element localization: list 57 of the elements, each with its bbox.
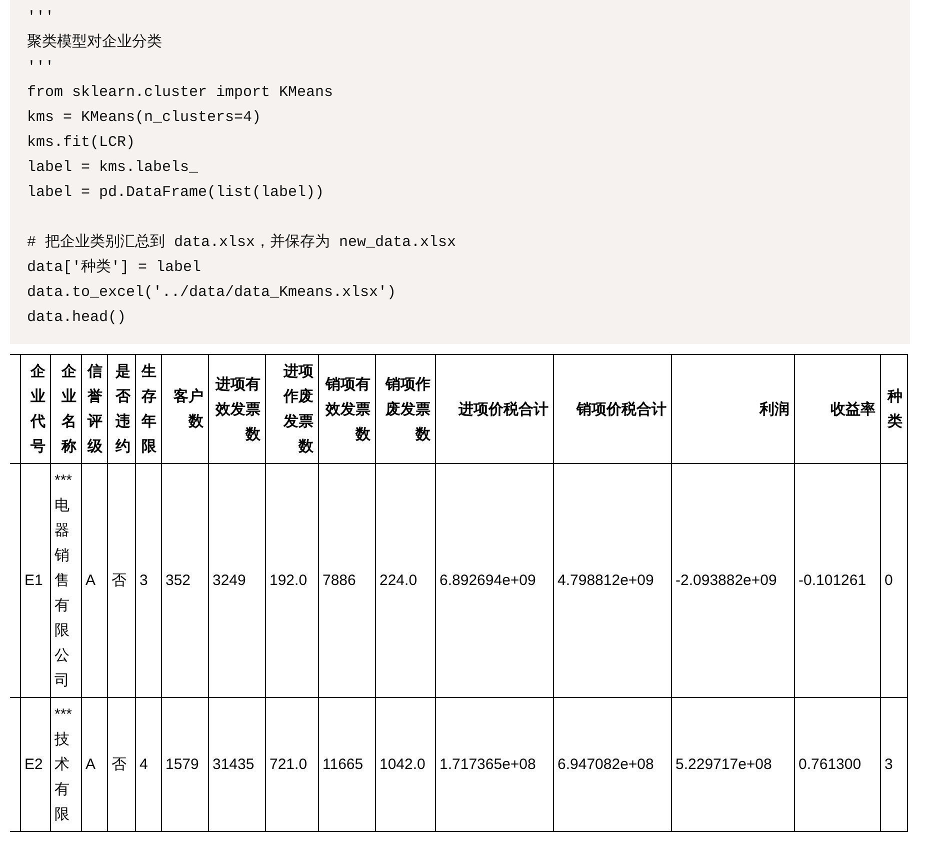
column-header: 销项有效发票数 [318,354,375,464]
column-header: 进项有效发票数 [208,354,265,464]
table-cell: 31435 [208,698,265,832]
column-header: 企业代号 [20,354,50,464]
code-line: label = pd.DataFrame(list(label)) [27,183,326,203]
code-line: # 把企业类别汇总到 data.xlsx，并保存为 new_data.xlsx [27,232,458,253]
table-cell: 3 [135,464,161,698]
column-header: 生存年限 [135,354,161,464]
table-cell: 1579 [161,698,208,832]
table-cell: 5.229717e+08 [671,698,794,832]
table-cell: A [81,698,107,832]
table-cell: ***电器销售有限公司 [50,464,81,698]
table-cell: 7886 [318,464,375,698]
table-cell: 6.947082e+08 [553,698,671,832]
table-cell: 352 [161,464,208,698]
table-cell: E1 [20,464,50,698]
table-cell: A [81,464,107,698]
column-header: 企业名称 [50,354,81,464]
column-header: 信誉评级 [81,354,107,464]
column-header: 是否违约 [107,354,135,464]
column-header: 种类 [880,354,907,464]
table-cell: 6.892694e+09 [435,464,553,698]
table-cell: 224.0 [375,464,435,698]
table-cell: 11665 [318,698,375,832]
table-cell: 1042.0 [375,698,435,832]
column-header: 收益率 [794,354,880,464]
table-cell: 否 [107,698,135,832]
code-line: ''' [27,58,56,78]
table-cell: 192.0 [265,464,318,698]
code-line: kms = KMeans(n_clusters=4) [27,108,262,128]
code-line: 聚类模型对企业分类 [27,32,163,53]
column-header: 客户数 [161,354,208,464]
column-header: 利润 [671,354,794,464]
code-line: data.to_excel('../data/data_Kmeans.xlsx') [27,283,398,303]
column-header: 进项作废发票数 [265,354,318,464]
table-cell: 721.0 [265,698,318,832]
table-cell: ***技术有限 [50,698,81,832]
table-cell: 0 [880,464,907,698]
code-line: label = kms.labels_ [27,158,200,178]
table-cell: -2.093882e+09 [671,464,794,698]
code-line: from sklearn.cluster import KMeans [27,83,334,103]
column-header: 销项作废发票数 [375,354,435,464]
code-line: kms.fit(LCR) [27,133,136,153]
table-cell: -0.101261 [794,464,880,698]
table-cell: 4.798812e+09 [553,464,671,698]
table-cell: E2 [20,698,50,832]
column-header: 进项价税合计 [435,354,553,464]
table-cell: 3249 [208,464,265,698]
table-cell: 3 [880,698,907,832]
table-cell: 1.717365e+08 [435,698,553,832]
table-cell: 否 [107,464,135,698]
code-line: data.head() [27,308,128,328]
code-line: ''' [27,8,56,28]
table-cell: 0.761300 [794,698,880,832]
code-line: data['种类'] = label [27,258,202,278]
column-header: 销项价税合计 [553,354,671,464]
table-cell: 4 [135,698,161,832]
